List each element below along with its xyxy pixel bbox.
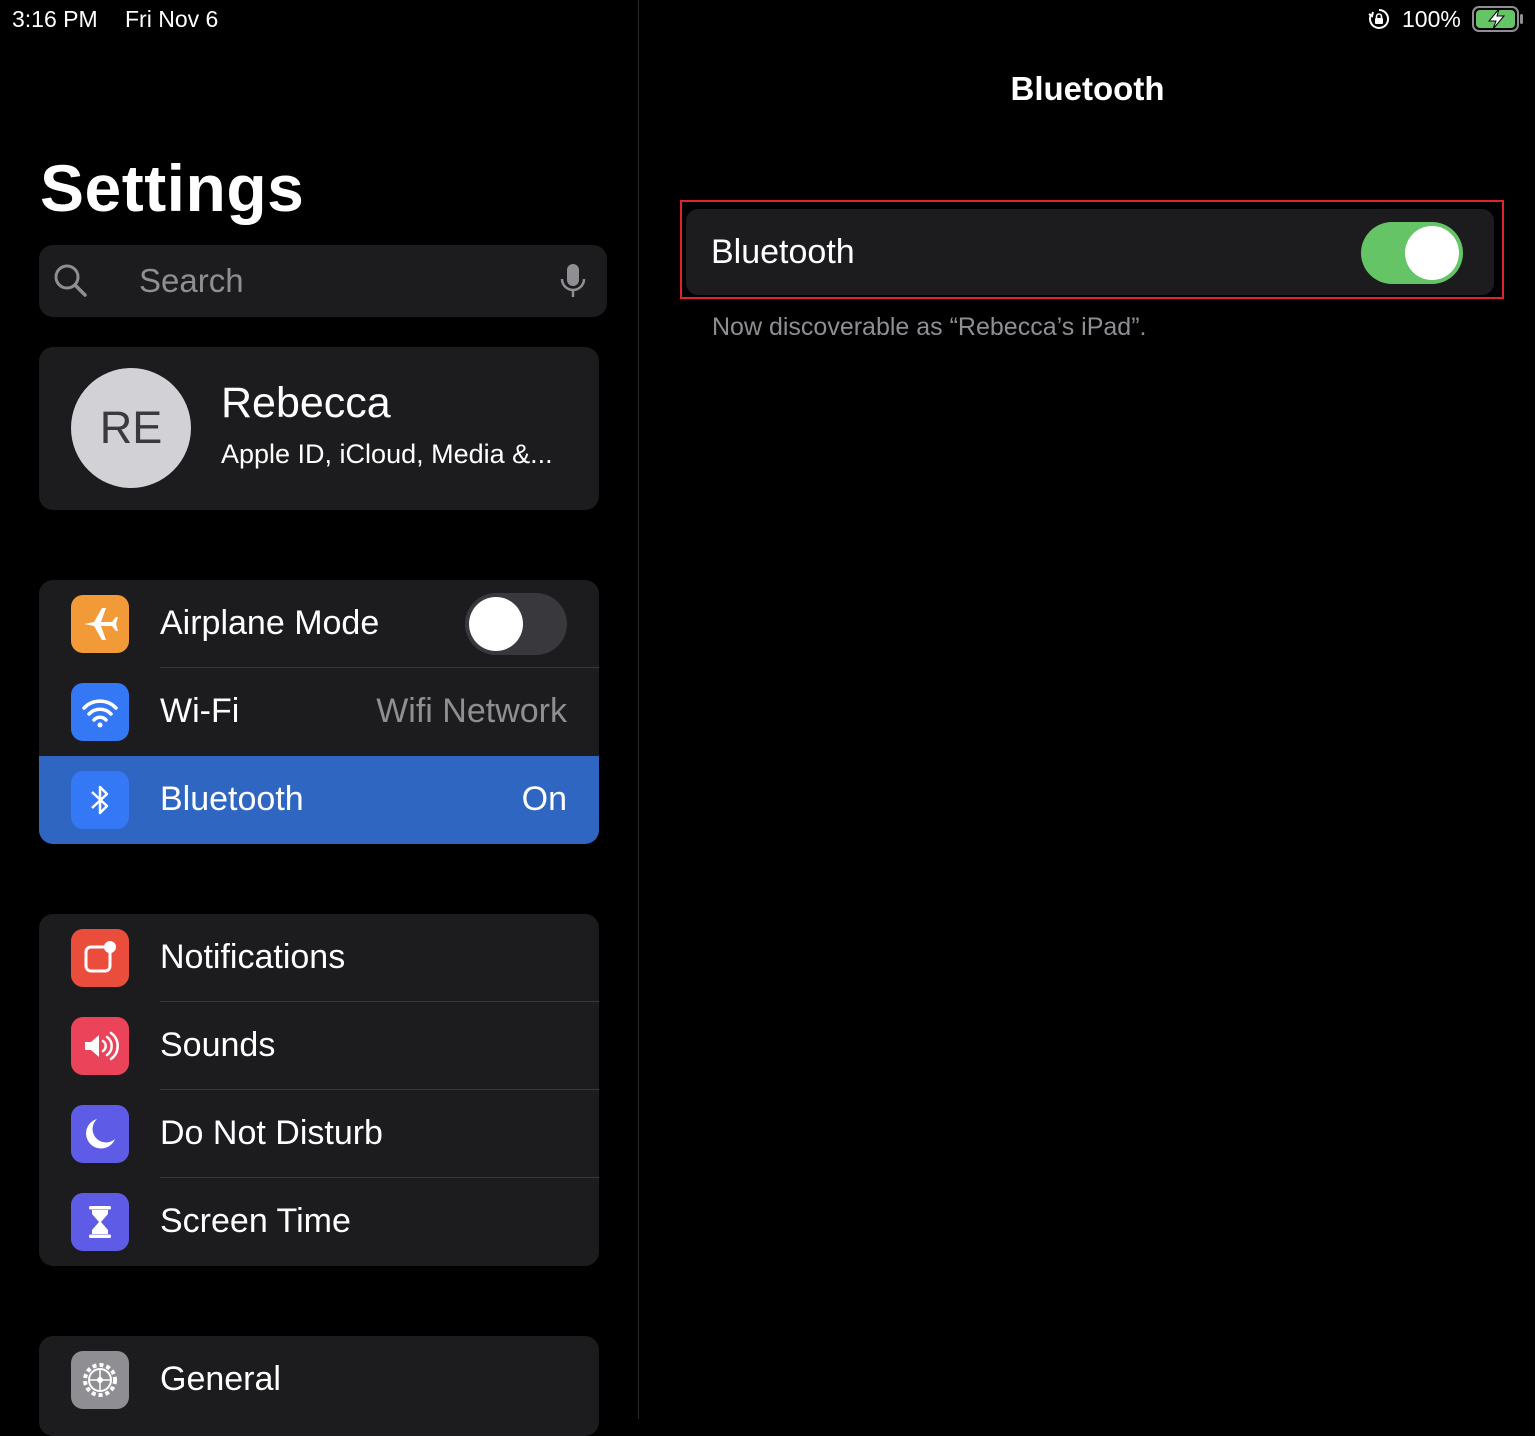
bluetooth-toggle[interactable] — [1361, 222, 1463, 284]
sidebar-item-label: Do Not Disturb — [160, 1114, 383, 1152]
sidebar-item-screen-time[interactable]: Screen Time — [39, 1178, 599, 1266]
connectivity-group: Airplane Mode Wi-Fi Wifi Network Bluetoo… — [39, 580, 599, 844]
sidebar-item-label: General — [160, 1360, 281, 1398]
orientation-lock-icon — [1368, 8, 1390, 29]
search-icon — [54, 264, 87, 297]
gear-icon — [71, 1351, 129, 1409]
microphone-icon[interactable] — [558, 262, 588, 300]
page-title: Settings — [40, 151, 305, 225]
search-input[interactable] — [139, 259, 539, 303]
sidebar-item-wifi[interactable]: Wi-Fi Wifi Network — [39, 668, 599, 756]
wifi-network-value: Wifi Network — [376, 692, 567, 730]
airplane-mode-toggle[interactable] — [465, 593, 567, 655]
moon-icon — [71, 1105, 129, 1163]
sidebar-item-label: Notifications — [160, 938, 346, 976]
notifications-group: Notifications Sounds Do Not Disturb Scre… — [39, 914, 599, 1266]
sidebar-item-label: Bluetooth — [160, 780, 304, 818]
notifications-icon — [71, 929, 129, 987]
bluetooth-toggle-label: Bluetooth — [711, 233, 855, 271]
bluetooth-icon — [71, 771, 129, 829]
apple-id-profile-card[interactable]: RE Rebecca Apple ID, iCloud, Media &... — [39, 347, 599, 510]
airplane-icon — [71, 595, 129, 653]
profile-name: Rebecca — [221, 379, 391, 427]
general-group: General — [39, 1336, 599, 1436]
avatar: RE — [71, 368, 191, 488]
pane-divider — [638, 0, 639, 1419]
sidebar-item-do-not-disturb[interactable]: Do Not Disturb — [39, 1090, 599, 1178]
sounds-icon — [71, 1017, 129, 1075]
discoverable-footer: Now discoverable as “Rebecca’s iPad”. — [712, 313, 1147, 341]
sidebar-item-sounds[interactable]: Sounds — [39, 1002, 599, 1090]
sidebar-item-label: Screen Time — [160, 1202, 351, 1240]
bluetooth-status-value: On — [521, 780, 567, 818]
sidebar-item-bluetooth[interactable]: Bluetooth On — [39, 756, 599, 844]
detail-title: Bluetooth — [1010, 70, 1165, 107]
sidebar-item-label: Sounds — [160, 1026, 276, 1064]
sidebar-item-airplane-mode[interactable]: Airplane Mode — [39, 580, 599, 668]
bluetooth-toggle-row: Bluetooth — [686, 209, 1494, 295]
profile-subtitle: Apple ID, iCloud, Media &... — [221, 439, 553, 469]
wifi-icon — [71, 683, 129, 741]
sidebar-item-label: Wi-Fi — [160, 692, 240, 730]
hourglass-icon — [71, 1193, 129, 1251]
battery-charging-icon — [1472, 6, 1523, 32]
sidebar-item-general[interactable]: General — [39, 1336, 599, 1424]
battery-percentage: 100% — [1402, 6, 1461, 32]
sidebar-item-label: Airplane Mode — [160, 604, 380, 642]
settings-master-pane: Settings RE Rebecca Apple ID, iCloud, Me… — [0, 0, 638, 1436]
sidebar-item-notifications[interactable]: Notifications — [39, 914, 599, 1002]
search-bar[interactable] — [39, 245, 607, 317]
